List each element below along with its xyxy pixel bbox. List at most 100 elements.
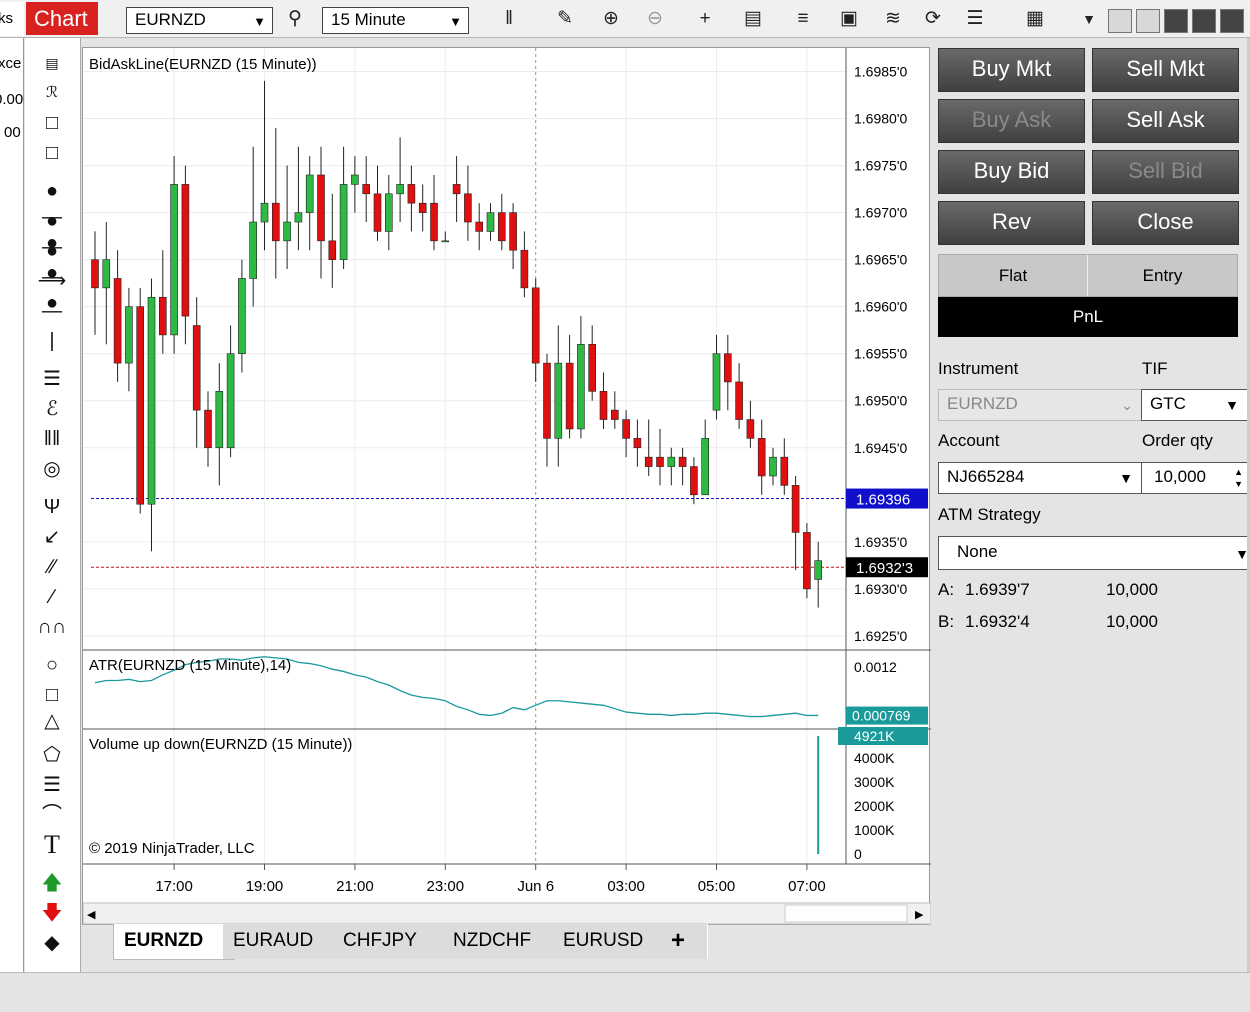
order-qty-stepper[interactable]: 10,000 ▲ ▼: [1141, 462, 1250, 494]
tab-nzdchf[interactable]: NZDCHF: [443, 924, 564, 959]
trend-channel-icon[interactable]: ∕: [37, 584, 67, 610]
vertical-line-icon[interactable]: |: [37, 328, 67, 354]
zoom-in-icon[interactable]: ⊕: [598, 6, 624, 32]
chart-canvas[interactable]: 1.6985'0 1.6980'0 1.6975'0 1.6970'0 1.6965'0…: [83, 48, 931, 926]
overflow-menu-icon[interactable]: ▼: [1076, 6, 1102, 32]
entry-price-label: Entry: [1142, 266, 1183, 285]
maximize-icon[interactable]: [1192, 9, 1216, 33]
triangle-tool-icon[interactable]: △: [37, 708, 67, 734]
x-tick-label: 21:00: [336, 878, 374, 895]
tab-chfjpy[interactable]: CHFJPY: [333, 924, 454, 959]
candle-up: [215, 391, 224, 449]
indicator-icon[interactable]: ≡: [790, 6, 816, 32]
candle-up: [769, 456, 777, 477]
position-header: Flat Entry: [938, 254, 1238, 297]
zoom-out-icon[interactable]: ⊖: [642, 6, 668, 32]
order-instrument-select[interactable]: EURNZD ⌄: [938, 389, 1142, 421]
buy-bid-button[interactable]: Buy Bid: [938, 150, 1085, 194]
region-tool-icon[interactable]: □: [37, 110, 67, 136]
ruler-tool-icon[interactable]: ▤: [37, 50, 67, 76]
risk-reward-icon[interactable]: ℛ: [37, 80, 67, 106]
ray-tool-icon[interactable]: ●—●: [37, 208, 67, 284]
candle-down: [531, 287, 540, 364]
candle-down: [723, 353, 732, 383]
buy-ask-button[interactable]: Buy Ask: [938, 99, 1085, 143]
theme-button-2[interactable]: [1136, 9, 1160, 33]
data-box-icon[interactable]: ▤: [740, 6, 766, 32]
atm-strategy-select[interactable]: None ▼: [938, 536, 1250, 570]
sell-bid-button[interactable]: Sell Bid: [1092, 150, 1239, 194]
arrow-down-icon[interactable]: 🡇: [37, 900, 67, 926]
candle-down: [475, 221, 484, 232]
arrow-line-icon[interactable]: ⟶: [37, 268, 67, 294]
candle-down: [610, 409, 619, 420]
account-select[interactable]: NJ665284 ▼: [938, 462, 1142, 494]
search-icon[interactable]: ⚲: [282, 6, 308, 32]
path-tool-icon[interactable]: ☰: [37, 772, 67, 798]
candle-down: [418, 202, 427, 213]
andrews-pitchfork-icon[interactable]: Ψ: [37, 494, 67, 520]
sell-ask-button[interactable]: Sell Ask: [1092, 99, 1239, 143]
tab-eurnzd[interactable]: EURNZD: [113, 924, 235, 960]
crosshair-icon[interactable]: +: [692, 6, 718, 32]
arrow-up-icon[interactable]: 🡅: [37, 870, 67, 896]
gann-fan-icon[interactable]: ↙: [37, 524, 67, 550]
time-cycles-icon[interactable]: ∩∩: [37, 614, 67, 640]
cut-text-4: 00: [4, 124, 21, 141]
interval-selector[interactable]: 15 Minute ▼: [322, 7, 469, 34]
refresh-icon[interactable]: ⟳: [920, 6, 946, 32]
candle-down: [622, 419, 630, 439]
polygon-tool-icon[interactable]: ⬠: [37, 742, 67, 768]
sell-market-button[interactable]: Sell Mkt: [1092, 48, 1239, 92]
reverse-button[interactable]: Rev: [938, 201, 1085, 245]
horizontal-line-icon[interactable]: —: [37, 298, 67, 324]
candle-down: [464, 193, 472, 223]
candle-down: [509, 212, 517, 251]
tab-eurusd[interactable]: EURUSD: [553, 924, 672, 959]
bid-size: 10,000: [1106, 612, 1158, 631]
bar-style-icon[interactable]: ‖: [496, 6, 522, 32]
fib-retracement-icon[interactable]: ☰: [37, 366, 67, 392]
chart-window-tab[interactable]: Chart: [26, 2, 98, 35]
tif-select[interactable]: GTC ▼: [1141, 389, 1248, 421]
volume-tick-label: 4000K: [854, 750, 895, 766]
drawing-tools-icon[interactable]: ≋: [880, 6, 906, 32]
x-tick-label: 05:00: [698, 878, 736, 895]
rectangle-tool-icon[interactable]: □: [37, 682, 67, 708]
ruler-icon[interactable]: ▦: [1022, 6, 1048, 32]
arc-tool-icon[interactable]: ⌒: [37, 802, 67, 828]
price-tick-label: 1.6925'0: [854, 628, 907, 644]
stepper-arrows-icon[interactable]: ▲ ▼: [1234, 466, 1243, 490]
add-tab-button[interactable]: +: [661, 924, 708, 959]
close-icon[interactable]: [1220, 9, 1244, 33]
ellipse-tool-icon[interactable]: ○: [37, 652, 67, 678]
copyright-text: © 2019 NinjaTrader, LLC: [89, 840, 255, 857]
regression-channel-icon[interactable]: ∕∕: [37, 554, 67, 580]
text-tool-icon[interactable]: T: [37, 832, 67, 858]
fib-extension-icon[interactable]: ℰ: [37, 396, 67, 422]
close-position-button[interactable]: Close: [1092, 201, 1239, 245]
candle-down: [204, 409, 212, 449]
diamond-icon[interactable]: ◆: [37, 930, 67, 956]
atr-panel-title: ATR(EURNZD (15 Minute),14): [89, 657, 291, 674]
tab-euraud[interactable]: EURAUD: [223, 924, 344, 959]
line-tool-icon[interactable]: ●—●: [37, 178, 67, 254]
pencil-icon[interactable]: ✎: [552, 6, 578, 32]
fib-circle-icon[interactable]: ◎: [37, 456, 67, 482]
fib-time-icon[interactable]: ‖‖: [37, 426, 67, 452]
candle-down: [543, 362, 551, 439]
candle-down: [328, 240, 337, 260]
buy-market-button[interactable]: Buy Mkt: [938, 48, 1085, 92]
candle-down: [746, 419, 755, 439]
extended-line-icon[interactable]: ●—●: [37, 238, 67, 314]
strategy-icon[interactable]: ▣: [836, 6, 862, 32]
candle-up: [170, 184, 178, 336]
region-highlight-icon[interactable]: □: [37, 140, 67, 166]
list-icon[interactable]: ☰: [962, 6, 988, 32]
chart-panel[interactable]: 1.6985'0 1.6980'0 1.6975'0 1.6970'0 1.6965'0…: [82, 47, 931, 926]
theme-button-1[interactable]: [1108, 9, 1132, 33]
minimize-icon[interactable]: [1164, 9, 1188, 33]
price-tick-label: 1.6930'0: [854, 581, 907, 597]
background-window-edge: ks xce 0.00 00: [0, 38, 24, 972]
instrument-selector[interactable]: EURNZD ▼: [126, 7, 273, 34]
